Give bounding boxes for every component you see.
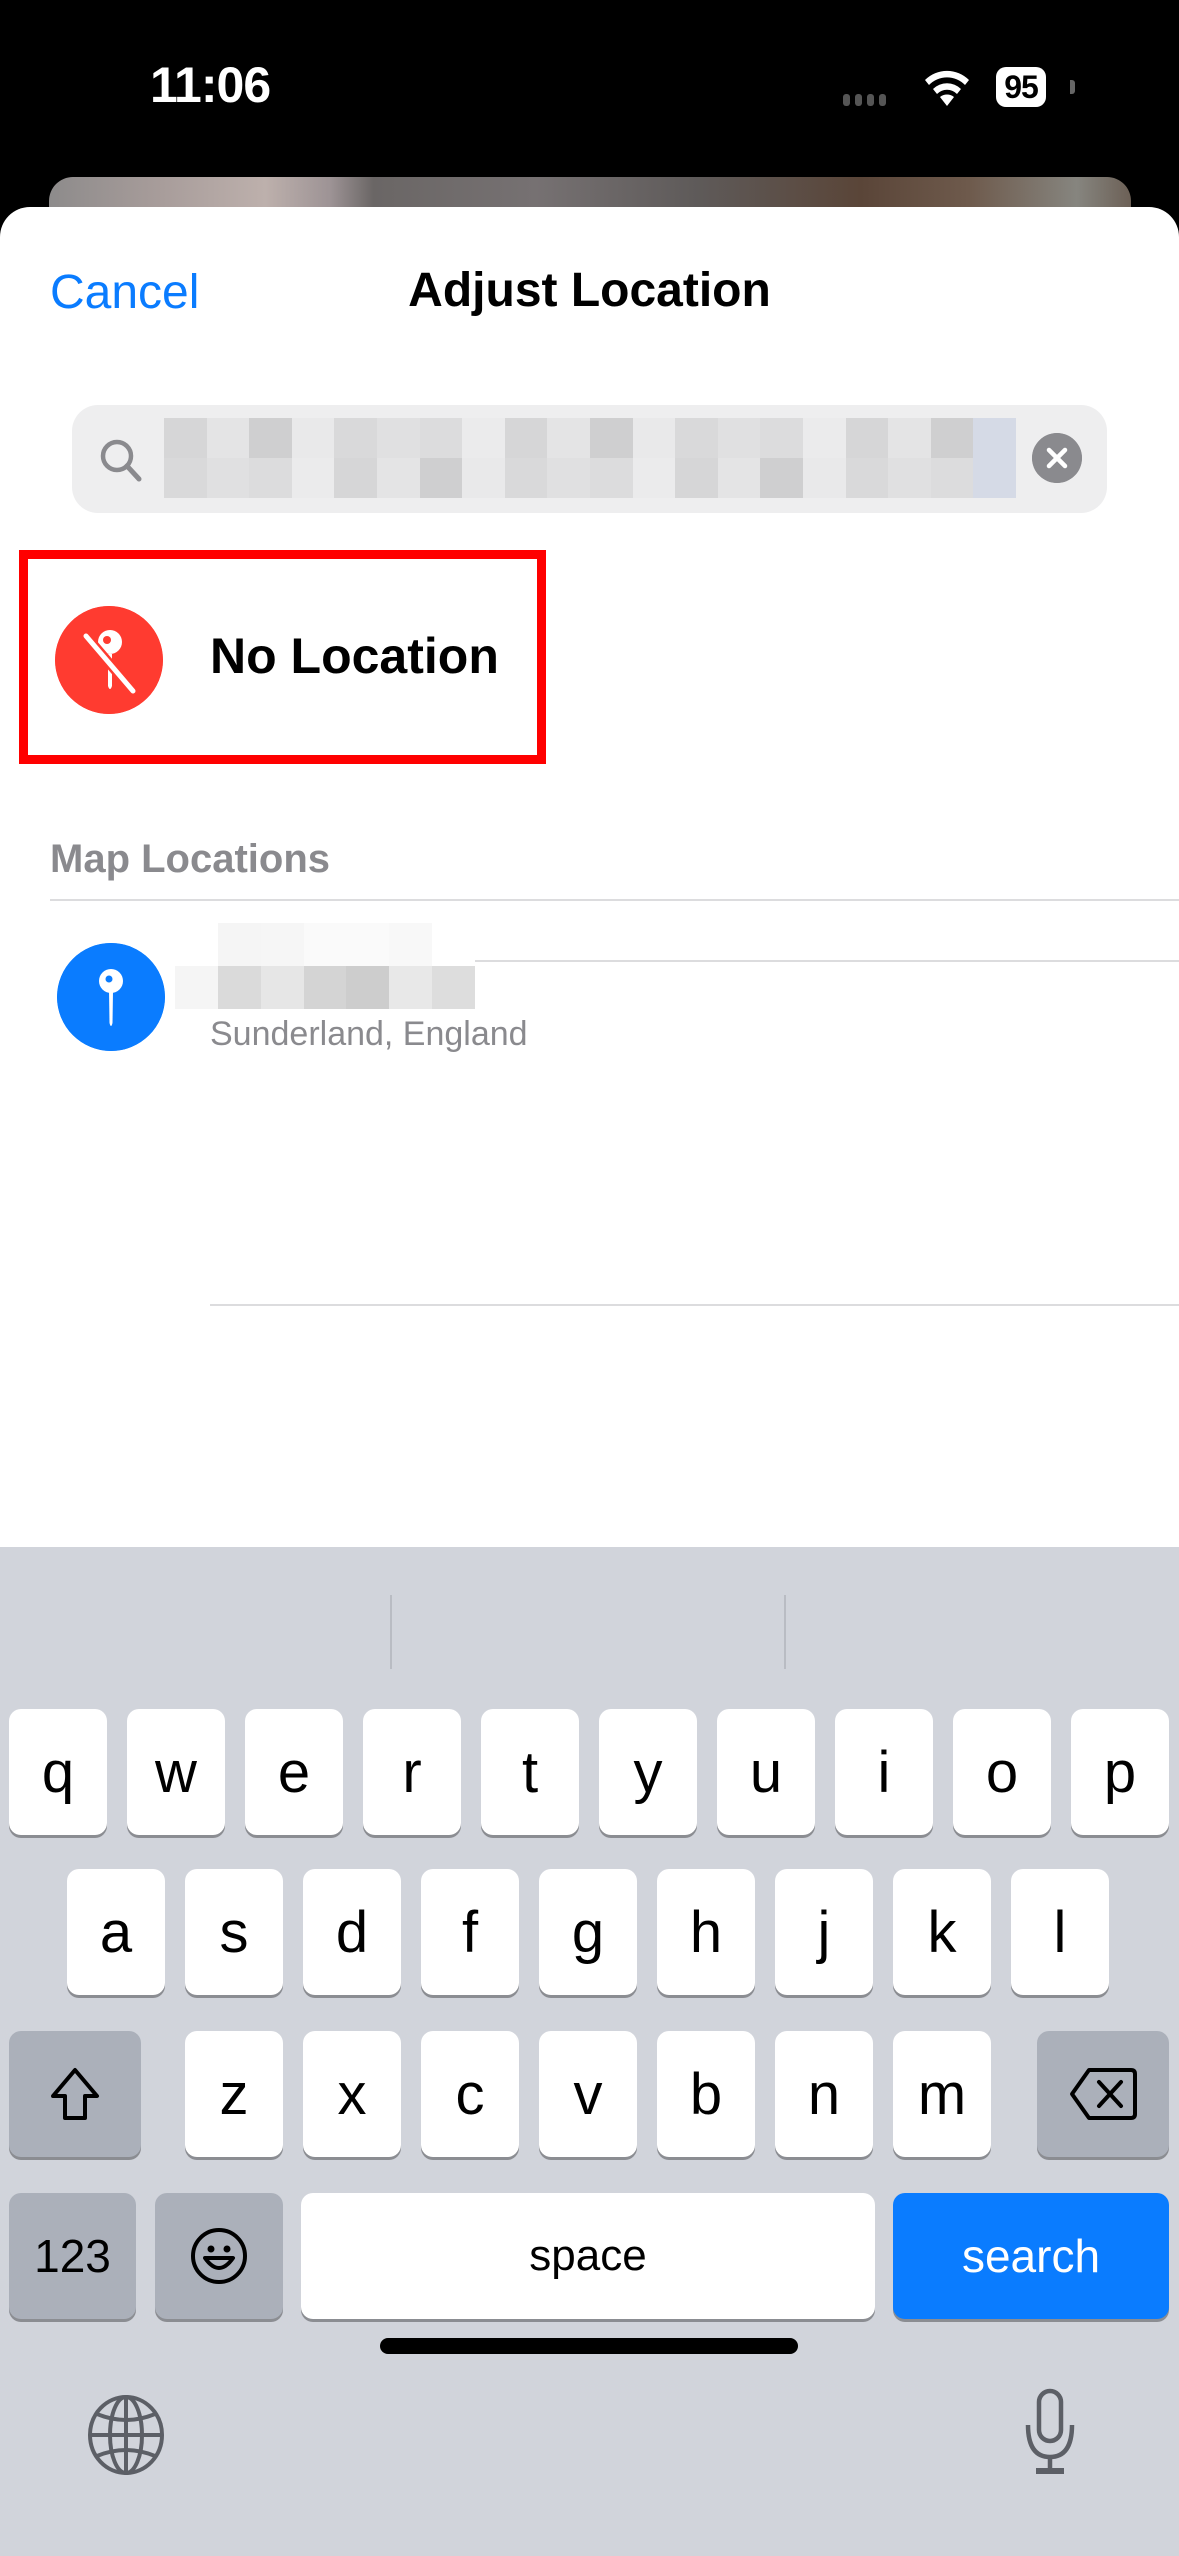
map-location-title-redacted: [redacted] (175, 923, 475, 1009)
search-icon (100, 439, 142, 482)
row-separator (210, 1304, 1179, 1306)
key-m[interactable]: m (893, 2031, 991, 2157)
page-title: Adjust Location (408, 264, 771, 317)
key-j[interactable]: j (775, 1869, 873, 1995)
key-h[interactable]: h (657, 1869, 755, 1995)
key-r[interactable]: r (363, 1709, 461, 1835)
key-f[interactable]: f (421, 1869, 519, 1995)
battery-tip (1070, 80, 1075, 94)
backspace-key[interactable] (1037, 2031, 1169, 2157)
key-a[interactable]: a (67, 1869, 165, 1995)
key-l[interactable]: l (1011, 1869, 1109, 1995)
map-pin-icon (57, 943, 165, 1051)
no-location-row[interactable]: No Location (0, 559, 1179, 962)
emoji-key[interactable] (155, 2193, 283, 2319)
wifi-icon (925, 70, 969, 106)
key-g[interactable]: g (539, 1869, 637, 1995)
key-d[interactable]: d (303, 1869, 401, 1995)
home-indicator (380, 2338, 798, 2354)
section-header-map-locations: Map Locations (50, 837, 331, 881)
key-i[interactable]: i (835, 1709, 933, 1835)
key-t[interactable]: t (481, 1709, 579, 1835)
backspace-icon (1070, 2068, 1137, 2120)
key-z[interactable]: z (185, 2031, 283, 2157)
clear-x-icon[interactable] (1032, 433, 1082, 483)
shift-icon (51, 2068, 99, 2120)
section-separator (50, 899, 1179, 901)
key-n[interactable]: n (775, 2031, 873, 2157)
space-key[interactable]: space (301, 2193, 875, 2319)
suggestion-divider (390, 1595, 392, 1669)
map-location-subtitle: Sunderland, England (210, 1015, 528, 1053)
suggestion-divider (784, 1595, 786, 1669)
battery-icon: 95 (996, 67, 1046, 107)
key-c[interactable]: c (421, 2031, 519, 2157)
key-v[interactable]: v (539, 2031, 637, 2157)
key-e[interactable]: e (245, 1709, 343, 1835)
key-u[interactable]: u (717, 1709, 815, 1835)
map-location-item[interactable]: [redacted] Sunderland, England (0, 903, 1179, 1306)
key-w[interactable]: w (127, 1709, 225, 1835)
cellular-signal-icon (843, 94, 886, 106)
keyboard: qwertyuiop asdfghjkl zxcvbnm 123 space sea… (0, 1547, 1179, 2556)
search-input[interactable]: [redacted] (72, 405, 1107, 513)
key-b[interactable]: b (657, 2031, 755, 2157)
location-slash-icon (55, 606, 163, 714)
microphone-icon[interactable] (1020, 2387, 1080, 2477)
key-k[interactable]: k (893, 1869, 991, 1995)
no-location-label: No Location (210, 628, 499, 684)
shift-key[interactable] (9, 2031, 141, 2157)
key-q[interactable]: q (9, 1709, 107, 1835)
key-x[interactable]: x (303, 2031, 401, 2157)
status-bar: 11:06 95 (0, 0, 1179, 175)
search-key[interactable]: search (893, 2193, 1169, 2319)
numbers-key[interactable]: 123 (9, 2193, 136, 2319)
key-s[interactable]: s (185, 1869, 283, 1995)
globe-icon[interactable] (85, 2394, 167, 2476)
key-p[interactable]: p (1071, 1709, 1169, 1835)
adjust-location-sheet: Cancel Adjust Location [redacted] No Loc… (0, 207, 1179, 1547)
status-time: 11:06 (150, 57, 271, 113)
key-y[interactable]: y (599, 1709, 697, 1835)
search-value-redacted: [redacted] (164, 418, 1016, 498)
emoji-icon (191, 2228, 247, 2284)
key-o[interactable]: o (953, 1709, 1051, 1835)
